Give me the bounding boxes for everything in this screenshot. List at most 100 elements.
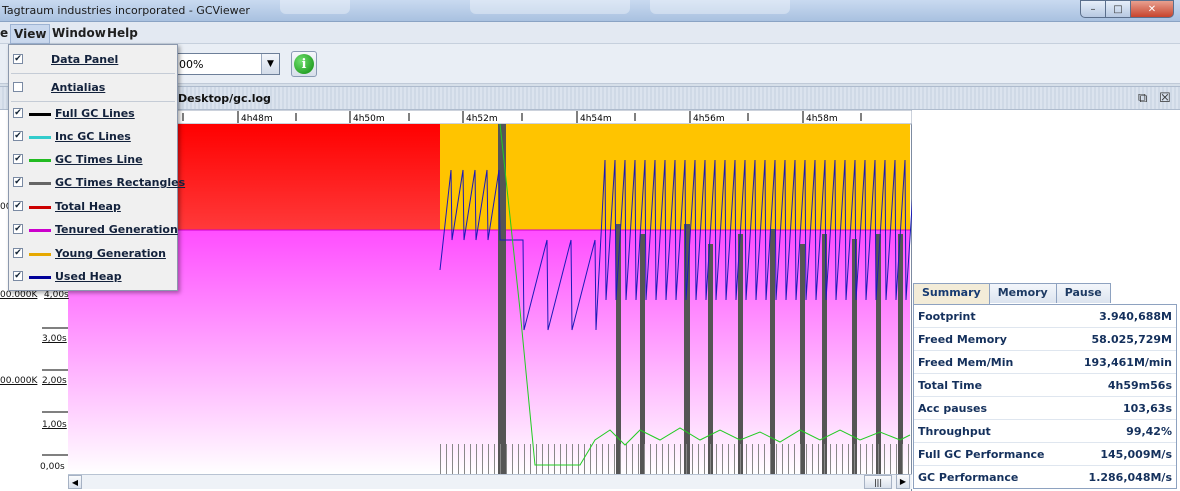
menu-item-gc-times-rectangles[interactable]: ✔ GC Times Rectangles — [9, 172, 185, 194]
gc-time-rectangle — [738, 234, 743, 474]
minor-gc-rectangle — [608, 444, 609, 474]
checkbox-icon[interactable]: ✔ — [13, 177, 23, 187]
checkbox-icon[interactable] — [13, 82, 23, 92]
menu-item-tenured-generation[interactable]: ✔ Tenured Generation — [9, 219, 178, 241]
minor-gc-rectangle — [458, 444, 459, 474]
summary-key: Freed Mem/Min — [918, 356, 1014, 369]
title-bar-decoration — [650, 0, 790, 14]
menu-view[interactable]: View — [10, 24, 51, 44]
menu-item-young-generation[interactable]: ✔ Young Generation — [9, 243, 177, 265]
gc-time-rectangle — [898, 234, 903, 474]
menu-item-data-panel[interactable]: ✔ Data Panel — [9, 49, 177, 71]
tab-memory[interactable]: Memory — [988, 283, 1057, 303]
color-swatch — [29, 276, 51, 279]
minor-gc-rectangle — [824, 444, 825, 474]
summary-row: Full GC Performance 145,009M/s — [914, 443, 1176, 466]
minor-gc-rectangle — [698, 444, 699, 474]
menu-separator — [11, 101, 175, 102]
title-bar: Tagtraum industries incorporated - GCVie… — [0, 0, 1180, 22]
checkbox-icon[interactable]: ✔ — [13, 131, 23, 141]
minor-gc-rectangle — [668, 444, 669, 474]
scroll-right-icon[interactable]: ▶ — [896, 474, 910, 489]
info-button[interactable]: i — [291, 51, 317, 77]
menu-item-gc-times-line[interactable]: ✔ GC Times Line — [9, 149, 177, 171]
minor-gc-rectangle — [716, 444, 717, 474]
summary-key: Throughput — [918, 425, 991, 438]
summary-value: 4h59m56s — [1107, 379, 1172, 392]
menu-item-full-gc-lines[interactable]: ✔ Full GC Lines — [9, 103, 177, 125]
summary-value: 99,42% — [1126, 425, 1172, 438]
summary-table: Footprint 3.940,688M Freed Memory 58.025… — [913, 304, 1177, 489]
minor-gc-rectangle — [692, 444, 693, 474]
minor-gc-rectangle — [674, 444, 675, 474]
menu-window[interactable]: Window — [52, 26, 106, 40]
menu-help[interactable]: Help — [107, 26, 138, 40]
minor-gc-rectangle — [686, 444, 687, 474]
gc-time-rectangle — [684, 224, 690, 474]
minor-gc-rectangle — [662, 444, 663, 474]
maximize-button[interactable]: □ — [1105, 0, 1131, 18]
y-axis-label: 1,00s — [42, 420, 67, 430]
title-bar-decoration — [470, 0, 630, 14]
minor-gc-rectangle — [872, 444, 873, 474]
checkbox-icon[interactable]: ✔ — [13, 154, 23, 164]
gc-time-rectangle — [708, 244, 713, 474]
close-frame-icon[interactable]: ☒ — [1159, 91, 1171, 106]
view-menu-dropdown: ✔ Data Panel Antialias ✔ Full GC Lines ✔… — [8, 44, 185, 291]
menu-item-inc-gc-lines[interactable]: ✔ Inc GC Lines — [9, 126, 177, 148]
summary-row: Acc pauses 103,63s — [914, 397, 1176, 420]
minor-gc-rectangle — [656, 444, 657, 474]
chevron-down-icon[interactable]: ▼ — [261, 54, 279, 74]
minor-gc-rectangle — [536, 444, 537, 474]
minor-gc-rectangle — [902, 444, 903, 474]
zoom-select[interactable]: 00% ▼ — [170, 53, 280, 75]
minor-gc-rectangle — [764, 444, 765, 474]
summary-value: 193,461M/min — [1083, 356, 1172, 369]
minor-gc-rectangle — [794, 444, 795, 474]
checkbox-icon[interactable]: ✔ — [13, 108, 23, 118]
menu-item-label: Antialias — [51, 81, 106, 94]
scroll-left-icon[interactable]: ◀ — [68, 475, 82, 489]
minor-gc-rectangle — [530, 444, 531, 474]
minor-gc-rectangle — [578, 444, 579, 474]
checkbox-icon[interactable]: ✔ — [13, 271, 23, 281]
minor-gc-rectangle — [512, 444, 513, 474]
minor-gc-rectangle — [596, 444, 597, 474]
info-icon: i — [294, 54, 314, 74]
summary-key: Full GC Performance — [918, 448, 1045, 461]
gc-time-rectangle — [640, 234, 645, 474]
minor-gc-rectangle — [614, 444, 615, 474]
checkbox-icon[interactable]: ✔ — [13, 54, 23, 64]
ruler-tick-label: 4h56m — [693, 114, 725, 124]
menu-item-label: GC Times Line — [55, 153, 143, 166]
restore-icon[interactable]: ⧉ — [1138, 91, 1147, 106]
minor-gc-rectangle — [542, 444, 543, 474]
menu-file[interactable]: e — [0, 26, 8, 40]
tab-pause[interactable]: Pause — [1055, 283, 1111, 303]
scroll-thumb[interactable]: ||| — [864, 475, 892, 489]
summary-key: GC Performance — [918, 471, 1019, 484]
close-button[interactable]: ✕ — [1130, 0, 1174, 18]
menu-item-used-heap[interactable]: ✔ Used Heap — [9, 266, 177, 288]
minor-gc-rectangle — [836, 444, 837, 474]
minor-gc-rectangle — [776, 444, 777, 474]
menu-item-total-heap[interactable]: ✔ Total Heap — [9, 196, 177, 218]
minor-gc-rectangle — [728, 444, 729, 474]
minor-gc-rectangle — [866, 444, 867, 474]
minor-gc-rectangle — [446, 444, 447, 474]
minor-gc-rectangle — [626, 444, 627, 474]
ruler-tick-label: 4h54m — [580, 114, 612, 124]
checkbox-icon[interactable]: ✔ — [13, 201, 23, 211]
menu-item-label: Full GC Lines — [55, 107, 135, 120]
minor-gc-rectangle — [572, 444, 573, 474]
minor-gc-rectangle — [908, 444, 909, 474]
minimize-button[interactable]: – — [1080, 0, 1106, 18]
minor-gc-rectangle — [704, 444, 705, 474]
horizontal-scrollbar[interactable]: ◀ ||| — [68, 474, 912, 489]
minor-gc-rectangle — [602, 444, 603, 474]
checkbox-icon[interactable]: ✔ — [13, 224, 23, 234]
checkbox-icon[interactable]: ✔ — [13, 248, 23, 258]
menu-item-antialias[interactable]: Antialias — [9, 77, 177, 99]
tab-summary[interactable]: Summary — [913, 283, 990, 304]
minor-gc-rectangle — [650, 444, 651, 474]
